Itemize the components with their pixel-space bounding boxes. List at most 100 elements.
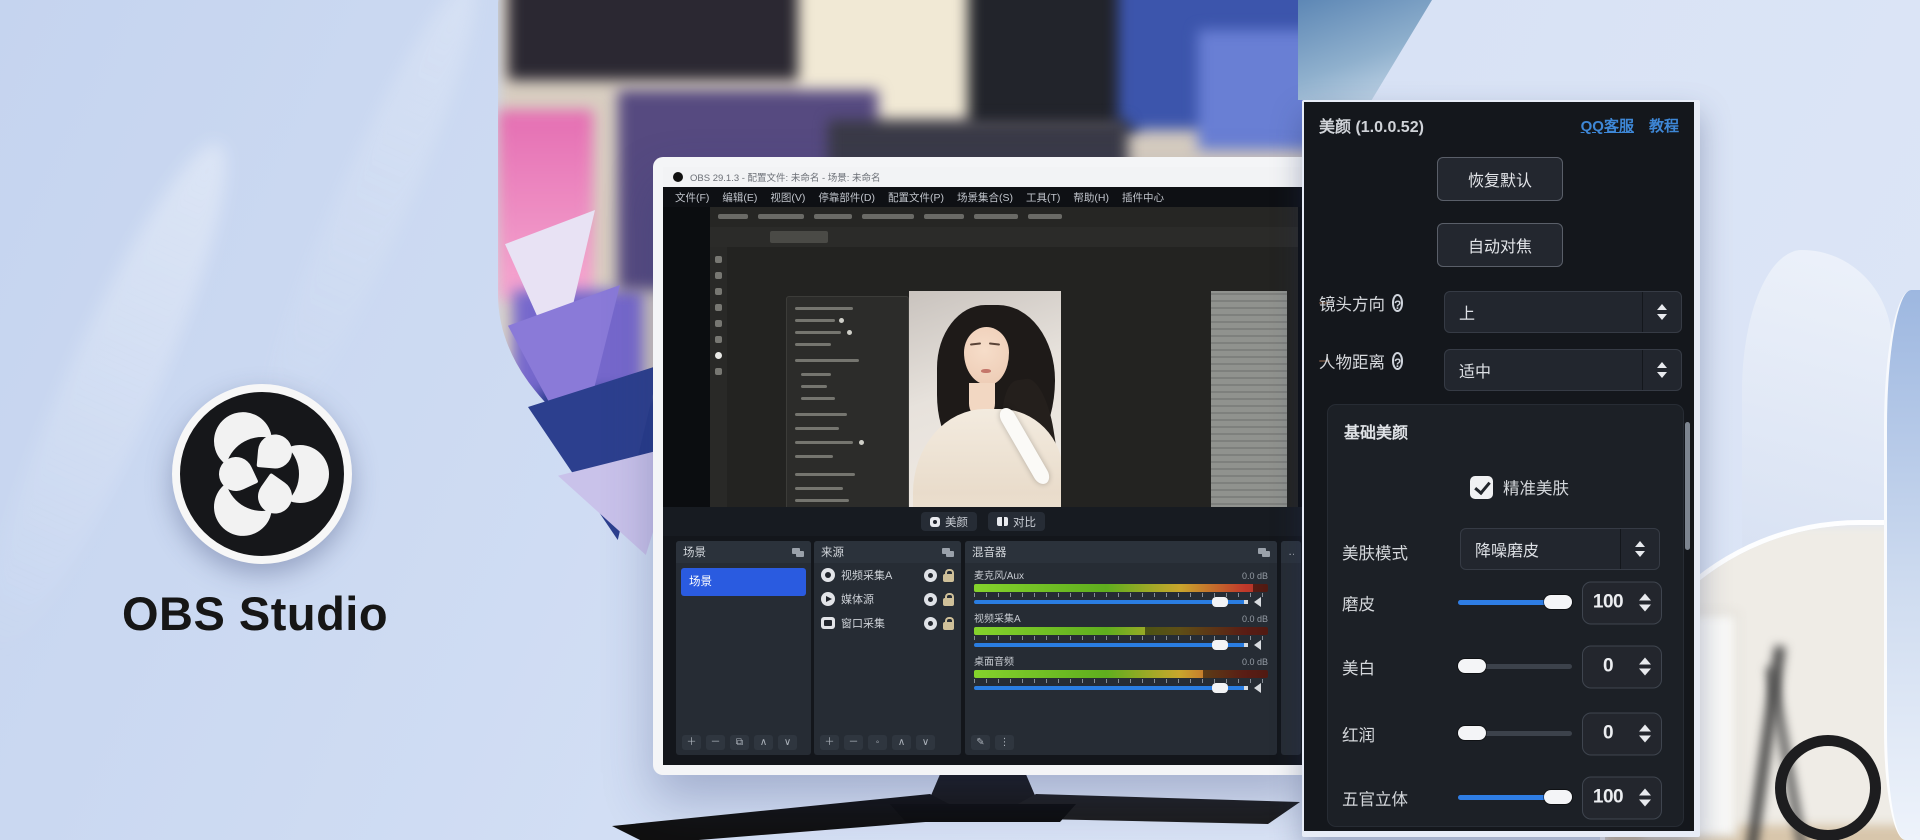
editor-toolbar	[710, 247, 727, 507]
duplicate-scene-button[interactable]: ⧉	[730, 735, 749, 750]
precise-skin-row: 精准美肤	[1470, 475, 1569, 499]
slider-handle[interactable]	[1544, 790, 1572, 804]
window-capture-icon	[821, 617, 835, 629]
slider-handle[interactable]	[1458, 726, 1486, 740]
value-spinner-icon[interactable]	[1633, 725, 1661, 743]
pin-icon	[930, 517, 940, 527]
quick-button-beauty[interactable]: 美颜	[921, 512, 977, 531]
help-icon[interactable]: ?	[1392, 294, 1403, 312]
move-down-button[interactable]: ∨	[916, 735, 935, 750]
value-spinner-icon[interactable]	[1633, 594, 1661, 612]
scenes-toolbar: ＋ － ⧉ ∧ ∨	[682, 735, 797, 750]
skin-mode-select[interactable]: 降噪磨皮	[1460, 528, 1660, 570]
scenes-dock-title: 场景	[683, 544, 706, 560]
rosy-row: 红润 0	[1328, 712, 1683, 755]
visibility-icon[interactable]	[924, 617, 937, 630]
volume-slider[interactable]	[974, 643, 1246, 647]
obs-menu-bar: 文件(F) 编辑(E) 视图(V) 停靠部件(D) 配置文件(P) 场景集合(S…	[663, 187, 1303, 207]
source-row[interactable]: 媒体源	[814, 587, 961, 611]
slider-handle[interactable]	[1544, 595, 1572, 609]
menu-item[interactable]: 文件(F)	[675, 190, 709, 205]
camera-direction-select[interactable]: 上	[1444, 291, 1682, 333]
speaker-icon[interactable]	[1254, 597, 1261, 607]
smooth-skin-value[interactable]: 100	[1582, 581, 1662, 624]
mixer-menu-button[interactable]: ⋮	[995, 735, 1014, 750]
skin-mode-label: 美肤模式	[1342, 540, 1408, 564]
media-source-icon	[821, 592, 835, 606]
panel-scrollbar[interactable]	[1685, 422, 1690, 550]
source-row[interactable]: 视频采集A	[814, 563, 961, 587]
help-icon[interactable]: ?	[1392, 352, 1403, 370]
dock-config-icon[interactable]	[1258, 548, 1270, 557]
dock-config-icon[interactable]	[942, 548, 954, 557]
mixer-channel: 视频采集A 0.0 dB	[965, 606, 1277, 649]
restore-defaults-button[interactable]: 恢复默认	[1437, 157, 1563, 201]
volume-meter	[974, 670, 1268, 678]
smooth-skin-slider[interactable]	[1458, 600, 1572, 605]
move-up-button[interactable]: ∧	[892, 735, 911, 750]
source-row[interactable]: 窗口采集	[814, 611, 961, 635]
quick-button-compare[interactable]: 对比	[988, 512, 1045, 531]
precise-skin-checkbox[interactable]	[1470, 476, 1493, 499]
visibility-icon[interactable]	[924, 569, 937, 582]
source-properties-button[interactable]: ◦	[868, 735, 887, 750]
panes-icon	[997, 517, 1008, 526]
portrait-photo	[909, 291, 1061, 507]
lock-icon[interactable]	[943, 598, 954, 606]
sources-toolbar: ＋ － ◦ ∧ ∨	[820, 735, 935, 750]
volume-slider-handle[interactable]	[1212, 683, 1228, 693]
menu-item[interactable]: 停靠部件(D)	[818, 190, 875, 205]
whitening-slider[interactable]	[1458, 664, 1572, 669]
sources-dock: 来源 视频采集A 媒体源 窗口采集	[814, 541, 961, 755]
move-up-button[interactable]: ∧	[754, 735, 773, 750]
move-down-button[interactable]: ∨	[778, 735, 797, 750]
menu-item[interactable]: 视图(V)	[770, 190, 805, 205]
subject-distance-select[interactable]: 适中	[1444, 349, 1682, 391]
qq-support-link[interactable]: QQ客服	[1581, 115, 1634, 136]
mixer-settings-button[interactable]: ✎	[971, 735, 990, 750]
video-capture-icon	[821, 568, 835, 582]
editor-tab[interactable]	[770, 231, 828, 243]
smooth-skin-row: 磨皮 100	[1328, 581, 1683, 624]
rosy-slider[interactable]	[1458, 731, 1572, 736]
rosy-value[interactable]: 0	[1582, 712, 1662, 755]
volume-slider-handle[interactable]	[1212, 597, 1228, 607]
speaker-icon[interactable]	[1254, 640, 1261, 650]
menu-item[interactable]: 插件中心	[1122, 190, 1164, 205]
slider-handle[interactable]	[1458, 659, 1486, 673]
face-3d-value[interactable]: 100	[1582, 776, 1662, 819]
remove-scene-button[interactable]: －	[706, 735, 725, 750]
tutorial-link[interactable]: 教程	[1649, 115, 1679, 136]
volume-slider[interactable]	[974, 600, 1246, 604]
volume-slider[interactable]	[974, 686, 1246, 690]
lock-icon[interactable]	[943, 622, 954, 630]
obs-title-bar: OBS 29.1.3 - 配置文件: 未命名 - 场景: 未命名	[663, 167, 1303, 187]
obs-app-icon	[673, 172, 683, 182]
menu-item[interactable]: 配置文件(P)	[888, 190, 944, 205]
add-source-button[interactable]: ＋	[820, 735, 839, 750]
value-spinner-icon[interactable]	[1633, 658, 1661, 676]
auto-focus-button[interactable]: 自动对焦	[1437, 223, 1563, 267]
mixer-channel: 麦克风/Aux 0.0 dB	[965, 563, 1277, 606]
stepper-chevrons-icon[interactable]	[1642, 350, 1681, 390]
visibility-icon[interactable]	[924, 593, 937, 606]
menu-item[interactable]: 工具(T)	[1026, 190, 1060, 205]
lock-icon[interactable]	[943, 574, 954, 582]
beauty-panel-header: 美颜 (1.0.0.52) QQ客服 教程	[1304, 102, 1694, 148]
menu-item[interactable]: 编辑(E)	[722, 190, 757, 205]
add-scene-button[interactable]: ＋	[682, 735, 701, 750]
menu-item[interactable]: 场景集合(S)	[957, 190, 1013, 205]
stepper-chevrons-icon[interactable]	[1642, 292, 1681, 332]
face-3d-slider[interactable]	[1458, 795, 1572, 800]
value-spinner-icon[interactable]	[1633, 789, 1661, 807]
volume-slider-handle[interactable]	[1212, 640, 1228, 650]
menu-item[interactable]: 帮助(H)	[1073, 190, 1109, 205]
promo-canvas: OBS Studio OBS 29.1.3 - 配置文件: 未命名 - 场景: …	[0, 0, 1920, 840]
speaker-icon[interactable]	[1254, 683, 1261, 693]
remove-source-button[interactable]: －	[844, 735, 863, 750]
dock-config-icon[interactable]	[792, 548, 804, 557]
whitening-value[interactable]: 0	[1582, 645, 1662, 688]
stepper-chevrons-icon[interactable]	[1620, 529, 1659, 569]
mixer-dock: 混音器 麦克风/Aux 0.0 dB	[965, 541, 1277, 755]
scene-list-item[interactable]: 场景	[681, 568, 806, 596]
